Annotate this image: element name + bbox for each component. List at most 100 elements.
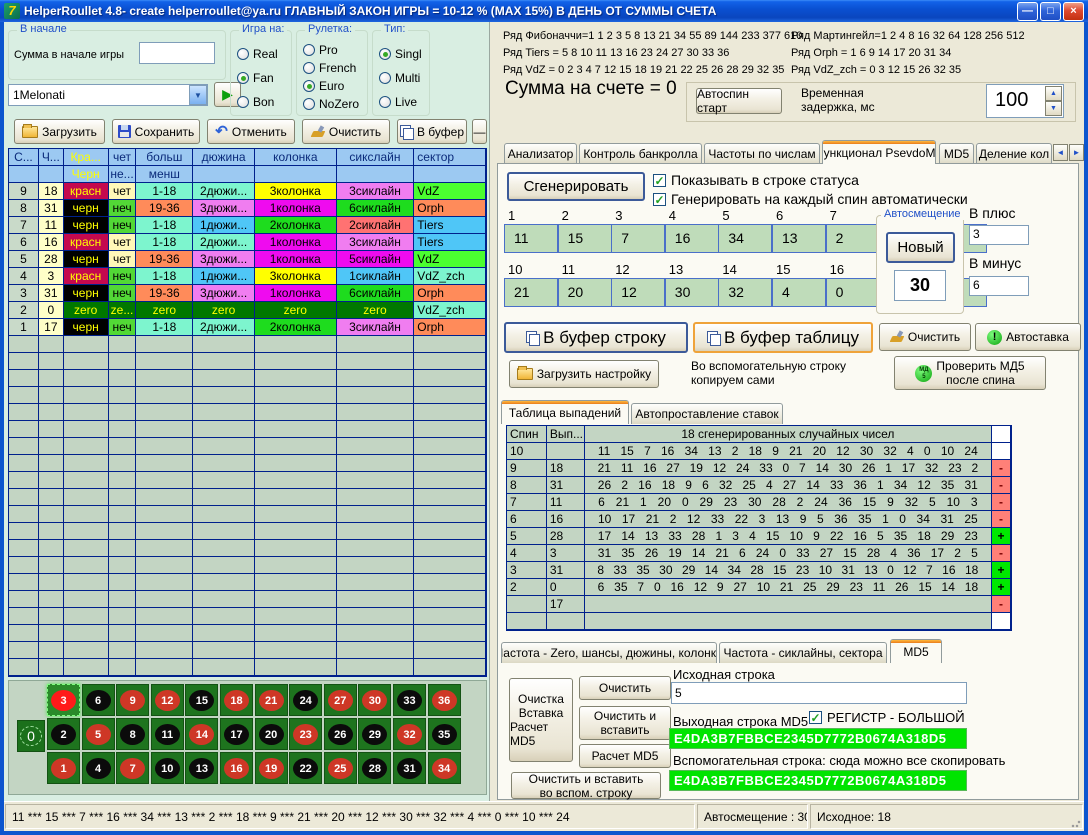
drops-num-cell[interactable]: 11 (547, 494, 585, 511)
cell[interactable]: 1 (9, 319, 39, 336)
cell[interactable]: 1колонка (255, 285, 337, 302)
cell[interactable]: неч (109, 217, 137, 234)
cell[interactable]: 16 (39, 234, 64, 251)
cell[interactable]: Orph (414, 319, 486, 336)
radio-option-fan[interactable]: Fan (237, 71, 274, 85)
empty-cell[interactable] (337, 353, 415, 370)
board-number-14[interactable]: 14 (185, 718, 218, 750)
empty-cell[interactable] (39, 591, 64, 608)
cell[interactable]: 6сиклайн (337, 285, 415, 302)
empty-cell[interactable] (109, 608, 137, 625)
cell[interactable]: 4 (9, 268, 39, 285)
board-number-11[interactable]: 11 (151, 718, 184, 750)
empty-cell[interactable] (337, 404, 415, 421)
загрузить-button[interactable]: Загрузить (14, 119, 105, 144)
empty-cell[interactable] (337, 557, 415, 574)
empty-cell[interactable] (337, 506, 415, 523)
cell[interactable]: 31 (39, 285, 64, 302)
empty-cell[interactable] (255, 608, 337, 625)
md5-big-button[interactable]: ОчисткаВставкаРасчет MD5 (509, 678, 573, 762)
empty-cell[interactable] (337, 370, 415, 387)
empty-cell[interactable] (64, 438, 109, 455)
board-number-19[interactable]: 19 (255, 752, 288, 784)
buffer-row-button[interactable]: В буфер строку (504, 322, 688, 353)
cell[interactable]: zero (64, 302, 109, 319)
empty-cell[interactable] (414, 421, 486, 438)
drops-numbers-cell[interactable] (585, 596, 992, 613)
cell[interactable]: чет (109, 234, 137, 251)
radio-option-pro[interactable]: Pro (303, 43, 338, 57)
empty-cell[interactable] (414, 455, 486, 472)
empty-cell[interactable] (64, 489, 109, 506)
empty-cell[interactable] (109, 472, 137, 489)
empty-cell[interactable] (39, 523, 64, 540)
empty-cell[interactable] (109, 387, 137, 404)
start-sum-input[interactable] (139, 42, 215, 64)
cell[interactable]: 2 (9, 302, 39, 319)
empty-cell[interactable] (64, 625, 109, 642)
empty-cell[interactable] (193, 574, 255, 591)
empty-cell[interactable] (337, 574, 415, 591)
empty-cell[interactable] (337, 455, 415, 472)
drops-numbers-cell[interactable]: 1115716341321892120123032401024 (585, 443, 992, 460)
empty-cell[interactable] (255, 540, 337, 557)
minimize-button[interactable]: — (1017, 2, 1038, 21)
сохранить-button[interactable]: Сохранить (112, 119, 200, 144)
cell[interactable]: чет (109, 183, 137, 200)
cell[interactable]: 2колонка (255, 217, 337, 234)
radio-icon[interactable] (237, 48, 249, 60)
empty-cell[interactable] (39, 574, 64, 591)
cell[interactable]: VdZ (414, 183, 486, 200)
drops-spin-cell[interactable]: 4 (507, 545, 547, 562)
cell[interactable]: 6сиклайн (337, 200, 415, 217)
empty-cell[interactable] (39, 506, 64, 523)
md5-clear-button[interactable]: Очистить (579, 676, 671, 700)
cell[interactable]: VdZ_zch (414, 268, 486, 285)
cell[interactable]: 28 (39, 251, 64, 268)
empty-cell[interactable] (9, 523, 39, 540)
cell[interactable]: 31 (39, 200, 64, 217)
cell[interactable]: 1-18 (136, 183, 193, 200)
empty-cell[interactable] (9, 455, 39, 472)
empty-cell[interactable] (64, 506, 109, 523)
grid-value-cell[interactable]: 21 (504, 278, 558, 307)
cell[interactable]: 18 (39, 183, 64, 200)
cell[interactable]: 3дюжи... (193, 251, 255, 268)
grid-value-cell[interactable]: 30 (665, 278, 719, 307)
empty-cell[interactable] (414, 625, 486, 642)
empty-cell[interactable] (193, 438, 255, 455)
empty-cell[interactable] (9, 591, 39, 608)
empty-cell[interactable] (136, 574, 193, 591)
radio-option-french[interactable]: French (303, 61, 356, 75)
empty-cell[interactable] (39, 336, 64, 353)
empty-cell[interactable] (9, 336, 39, 353)
cell[interactable]: неч (109, 268, 137, 285)
tab-частоты-по-числам[interactable]: Частоты по числам (704, 143, 820, 164)
cell[interactable]: 0 (39, 302, 64, 319)
empty-cell[interactable] (109, 489, 137, 506)
empty-cell[interactable] (136, 404, 193, 421)
drops-spin-cell[interactable]: 3 (507, 562, 547, 579)
empty-cell[interactable] (109, 625, 137, 642)
board-number-23[interactable]: 23 (289, 718, 322, 750)
checkbox-autogen-row[interactable]: ✓ Генерировать на каждый спин автоматиче… (653, 191, 968, 207)
empty-cell[interactable] (193, 353, 255, 370)
tab-md5[interactable]: MD5 (890, 639, 942, 663)
empty-cell[interactable] (64, 659, 109, 676)
empty-cell[interactable] (255, 489, 337, 506)
empty-cell[interactable] (136, 387, 193, 404)
empty-cell[interactable] (193, 370, 255, 387)
empty-cell[interactable] (193, 336, 255, 353)
cell[interactable]: черн (64, 251, 109, 268)
empty-cell[interactable] (255, 455, 337, 472)
empty-cell[interactable] (39, 557, 64, 574)
grid-value-cell[interactable]: 13 (772, 224, 826, 253)
board-number-27[interactable]: 27 (324, 684, 357, 716)
empty-cell[interactable] (9, 659, 39, 676)
board-number-30[interactable]: 30 (358, 684, 391, 716)
cell[interactable]: 2сиклайн (337, 217, 415, 234)
tab-таблица-выпадений[interactable]: Таблица выпадений (501, 400, 629, 424)
empty-cell[interactable] (337, 472, 415, 489)
cell[interactable]: черн (64, 217, 109, 234)
grid-value-cell[interactable]: 15 (558, 224, 612, 253)
